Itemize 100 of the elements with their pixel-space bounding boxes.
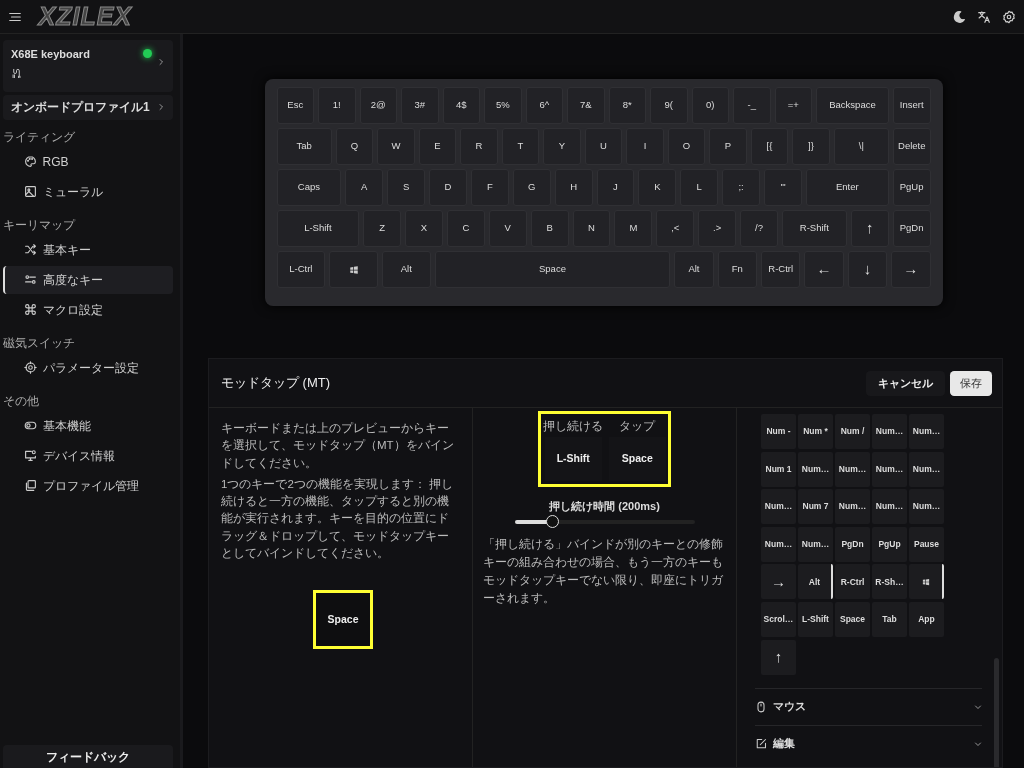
keyboard-key[interactable]: ↓ bbox=[847, 251, 888, 288]
scrollbar-thumb[interactable] bbox=[994, 658, 999, 767]
keyboard-key[interactable]: U bbox=[584, 128, 623, 165]
profile-selector[interactable]: オンボードプロファイル1 bbox=[3, 94, 173, 120]
settings-icon[interactable] bbox=[1002, 9, 1016, 24]
sidebar-item[interactable]: RGB bbox=[3, 147, 173, 176]
translate-icon[interactable] bbox=[977, 9, 991, 24]
sidebar-item[interactable]: 高度なキー bbox=[3, 265, 173, 294]
keyboard-key[interactable]: Y bbox=[543, 128, 581, 165]
keyboard-key[interactable]: Esc bbox=[276, 87, 314, 124]
key-tile[interactable]: ↑ bbox=[761, 639, 796, 675]
keyboard-key[interactable]: X bbox=[405, 210, 443, 247]
feedback-button[interactable]: フィードバック bbox=[3, 745, 173, 768]
key-tile[interactable]: Alt bbox=[798, 564, 833, 600]
keyboard-key[interactable]: \| bbox=[833, 128, 889, 165]
keyboard-key[interactable]: R-Ctrl bbox=[761, 251, 801, 288]
key-tile[interactable]: Num… bbox=[798, 526, 833, 562]
key-tile[interactable]: PgDn bbox=[835, 526, 870, 562]
key-tile[interactable]: Num… bbox=[909, 414, 944, 449]
key-tile[interactable]: R-Ctrl bbox=[835, 564, 870, 600]
save-button[interactable]: 保存 bbox=[950, 370, 992, 396]
keyboard-key[interactable]: C bbox=[446, 210, 485, 247]
keyboard-key[interactable]: 5% bbox=[484, 87, 522, 124]
keyboard-key[interactable]: .> bbox=[698, 210, 737, 247]
sidebar-item[interactable]: デバイス情報 bbox=[3, 441, 173, 470]
keyboard-key[interactable]: ← bbox=[804, 251, 844, 288]
keyboard-key[interactable]: 8* bbox=[608, 87, 646, 124]
key-tile[interactable]: Num - bbox=[761, 414, 796, 449]
keyboard-key[interactable]: 2@ bbox=[359, 87, 397, 124]
keyboard-key[interactable]: Caps bbox=[276, 169, 342, 206]
keyboard-key[interactable]: =+ bbox=[774, 87, 812, 124]
keyboard-key[interactable]: 9( bbox=[650, 87, 688, 124]
keyboard-key[interactable]: Q bbox=[335, 128, 374, 165]
keyboard-key[interactable]: ]} bbox=[792, 128, 830, 165]
key-tile[interactable]: Num 1 bbox=[761, 451, 796, 487]
keyboard-key[interactable]: -_ bbox=[733, 87, 771, 124]
keyboard-key[interactable]: ;: bbox=[722, 169, 761, 206]
slider-thumb[interactable] bbox=[546, 514, 560, 528]
sidebar-item[interactable]: プロファイル管理 bbox=[3, 471, 173, 500]
moon-icon[interactable] bbox=[952, 9, 966, 24]
keyboard-key[interactable]: V bbox=[488, 210, 527, 247]
key-tile[interactable]: → bbox=[761, 564, 796, 600]
keyboard-key[interactable]: '" bbox=[764, 169, 802, 206]
keyboard-key[interactable]: [{ bbox=[750, 128, 789, 165]
sidebar-item[interactable]: 基本機能 bbox=[3, 411, 173, 440]
key-tile[interactable]: PgUp bbox=[872, 526, 907, 562]
keyboard-key[interactable]: 6^ bbox=[525, 87, 563, 124]
keyboard-key[interactable]: H bbox=[554, 169, 593, 206]
keyboard-key[interactable]: M bbox=[614, 210, 653, 247]
key-tile[interactable]: Scrol… bbox=[761, 601, 796, 637]
key-tile[interactable]: Num… bbox=[798, 451, 833, 487]
keyboard-key[interactable]: Alt bbox=[674, 251, 714, 288]
key-tile[interactable]: Tab bbox=[872, 601, 907, 637]
sidebar-item[interactable]: パラメーター設定 bbox=[3, 353, 173, 382]
sidebar-item[interactable]: マクロ設定 bbox=[3, 295, 173, 324]
cancel-button[interactable]: キャンセル bbox=[865, 370, 945, 396]
keyboard-key[interactable] bbox=[329, 251, 378, 288]
keyboard-key[interactable]: E bbox=[418, 128, 457, 165]
keyboard-key[interactable]: I bbox=[626, 128, 664, 165]
selected-key[interactable]: Space bbox=[313, 590, 373, 649]
keyboard-key[interactable]: Insert bbox=[893, 87, 931, 124]
keyboard-key[interactable]: D bbox=[429, 169, 467, 206]
keyboard-key[interactable]: O bbox=[667, 128, 706, 165]
keyboard-key[interactable]: J bbox=[596, 169, 635, 206]
keyboard-key[interactable]: R-Shift bbox=[781, 210, 847, 247]
key-tile[interactable] bbox=[909, 564, 944, 600]
key-tile[interactable]: Num… bbox=[872, 489, 907, 525]
keyboard-key[interactable]: Alt bbox=[381, 251, 431, 288]
keyboard-key[interactable]: Backspace bbox=[816, 87, 889, 124]
key-tile[interactable]: Num… bbox=[835, 451, 870, 487]
accordion-header[interactable]: マウス bbox=[755, 687, 982, 725]
keyboard-key[interactable]: G bbox=[512, 169, 551, 206]
keyboard-key[interactable]: 4$ bbox=[442, 87, 480, 124]
device-card[interactable]: X68E keyboard bbox=[3, 40, 173, 92]
keyboard-key[interactable]: 7& bbox=[567, 87, 605, 124]
key-tile[interactable]: Num… bbox=[872, 451, 907, 487]
keyboard-key[interactable]: F bbox=[470, 169, 509, 206]
keyboard-key[interactable]: A bbox=[345, 169, 384, 206]
key-tile[interactable]: Num… bbox=[761, 526, 796, 562]
keyboard-key[interactable]: 0) bbox=[691, 87, 729, 124]
keyboard-key[interactable]: T bbox=[501, 128, 540, 165]
keyboard-key[interactable]: PgUp bbox=[892, 169, 931, 206]
keyboard-key[interactable]: N bbox=[572, 210, 611, 247]
keyboard-key[interactable]: B bbox=[530, 210, 569, 247]
keyboard-key[interactable]: PgDn bbox=[892, 210, 931, 247]
keyboard-key[interactable]: Space bbox=[434, 251, 671, 288]
key-tile[interactable]: Num / bbox=[835, 414, 870, 449]
keyboard-key[interactable]: ↑ bbox=[850, 210, 889, 247]
key-tile[interactable]: Num… bbox=[872, 414, 907, 449]
key-tile[interactable]: Pause bbox=[909, 526, 944, 562]
key-tile[interactable]: Num… bbox=[761, 489, 796, 525]
sidebar-item[interactable]: ミューラル bbox=[3, 177, 173, 206]
keyboard-key[interactable]: Delete bbox=[893, 128, 931, 165]
keyboard-key[interactable]: /? bbox=[740, 210, 778, 247]
keyboard-key[interactable]: L bbox=[680, 169, 719, 206]
keyboard-key[interactable]: K bbox=[638, 169, 677, 206]
key-tile[interactable]: L-Shift bbox=[798, 601, 833, 637]
keyboard-key[interactable]: L-Shift bbox=[276, 210, 360, 247]
key-tile[interactable]: Num… bbox=[909, 489, 944, 525]
keyboard-key[interactable]: Fn bbox=[717, 251, 757, 288]
